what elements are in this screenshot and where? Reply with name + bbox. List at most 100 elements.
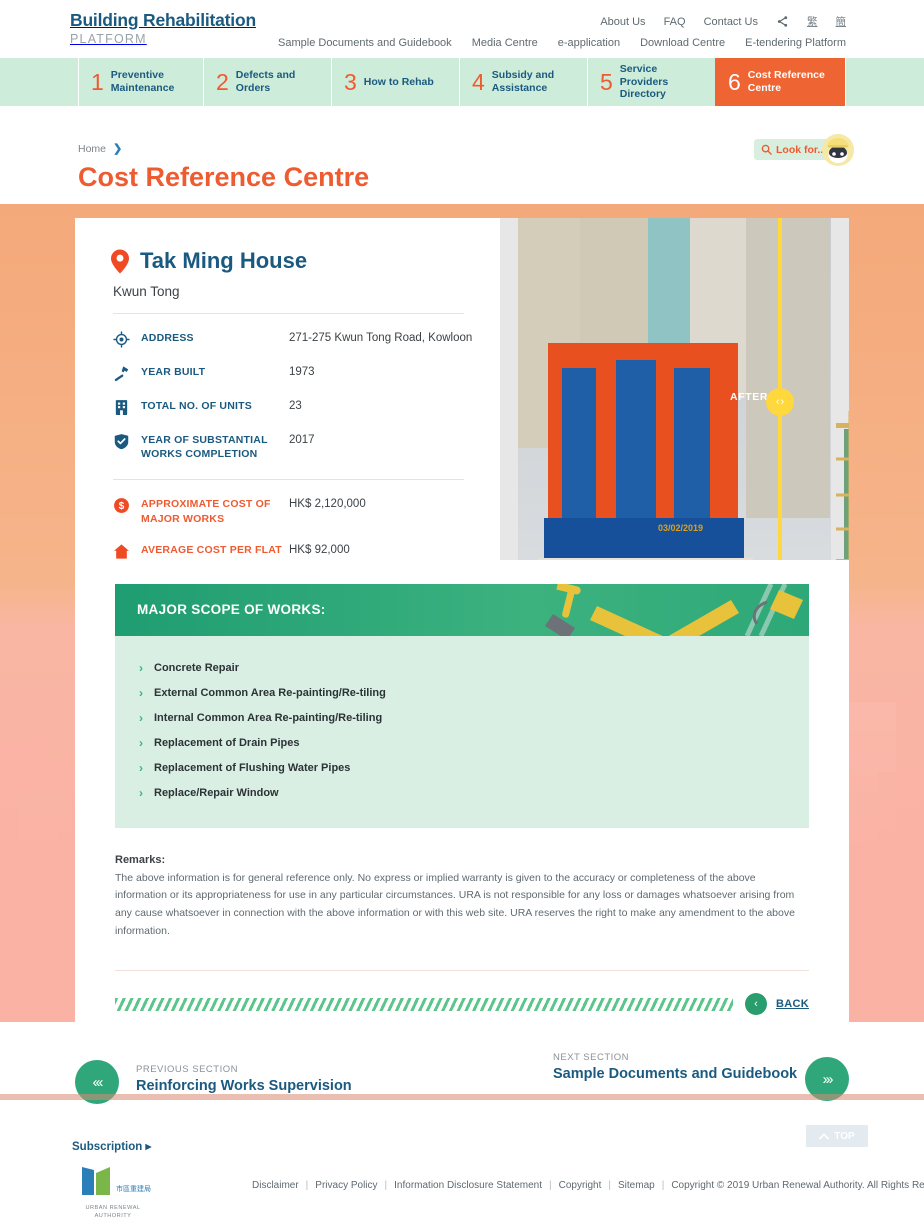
nav-number: 5 [600,68,613,95]
footer-link-sitemap[interactable]: Sitemap [618,1180,655,1191]
scroll-to-top-button[interactable]: TOP [806,1125,868,1147]
nav-label: Service Providers Directory [619,62,669,101]
scope-item[interactable]: › Replacement of Drain Pipes [139,731,809,756]
header-link-sample-documents[interactable]: Sample Documents and Guidebook [278,37,452,49]
scope-item[interactable]: › External Common Area Re-painting/Re-ti… [139,681,809,706]
nav-number: 1 [91,68,104,95]
divider [115,970,809,972]
property-card: Tak Ming House Kwun Tong ADDRESS 271-275… [75,218,849,1022]
property-info-panel: Tak Ming House Kwun Tong ADDRESS 271-275… [75,218,500,560]
header-main-links: Sample Documents and Guidebook Media Cen… [278,37,846,49]
language-traditional-chinese[interactable]: 繁 [807,14,818,29]
scope-item-label: External Common Area Re-painting/Re-tili… [154,687,386,700]
header-link-media-centre[interactable]: Media Centre [472,37,538,49]
search-placeholder: Look for... [776,143,827,156]
scope-item[interactable]: › Replacement of Flushing Water Pipes [139,756,809,781]
back-button[interactable]: BACK [776,998,809,1010]
footer-link-privacy-policy[interactable]: Privacy Policy [315,1180,377,1191]
previous-section-card[interactable]: PREVIOUS SECTION Reinforcing Works Super… [78,1050,378,1114]
info-row-address: ADDRESS 271-275 Kwun Tong Road, Kowloon [111,331,500,348]
separator: | [384,1180,388,1191]
nav-label: Subsidy and Assistance [491,69,555,94]
chevron-right-icon: › [139,761,143,776]
hammer-icon [111,365,141,382]
page-title: Cost Reference Centre [78,162,370,192]
info-value: HK$ 92,000 [289,543,350,556]
tools-illustration [545,583,803,636]
mascot-builder-illustration [836,411,849,560]
info-value: 271-275 Kwun Tong Road, Kowloon [289,332,473,344]
property-name: Tak Ming House [140,248,308,273]
scope-item-label: Replace/Repair Window [154,787,279,800]
location-pin-icon [111,249,129,273]
photo-image: AFTER 03/02/2019 ‹ › [518,218,831,560]
info-label: AVERAGE COST PER FLAT [141,543,282,556]
header-link-download-centre[interactable]: Download Centre [640,37,725,49]
nav-item-how-to-rehab[interactable]: 3 How to Rehab [331,58,459,106]
footer-link-disclaimer[interactable]: Disclaimer [252,1180,299,1191]
subscription-link[interactable]: Subscription ▸ [72,1139,151,1153]
property-district: Kwun Tong [113,284,180,299]
dollar-circle-icon: $ [111,497,141,514]
nav-item-preventive-maintenance[interactable]: 1 Preventive Maintenance [78,58,203,106]
info-value: 23 [289,400,302,412]
remarks-text: The above information is for general ref… [115,871,795,937]
nav-label: Defects and Orders [235,69,296,94]
info-row-total-units: TOTAL NO. OF UNITS 23 [111,399,500,416]
breadcrumb-home[interactable]: Home [78,143,106,155]
info-label: TOTAL NO. OF UNITS [141,400,252,412]
scope-item[interactable]: › Concrete Repair [139,656,809,681]
nav-label: Cost Reference Centre [747,69,825,94]
nav-number: 2 [216,68,229,95]
ura-logo-line2: AUTHORITY [94,1213,132,1220]
copyright-text: Copyright © 2019 Urban Renewal Authority… [671,1180,924,1191]
back-button-icon[interactable]: ‹ [745,993,768,1016]
target-icon [111,331,141,348]
nav-item-subsidy-and-assistance[interactable]: 4 Subsidy and Assistance [459,58,587,106]
scope-item[interactable]: › Replace/Repair Window [139,781,809,806]
chevron-right-icon: › [139,786,143,801]
property-card-top: Tak Ming House Kwun Tong ADDRESS 271-275… [75,218,849,560]
site-logo[interactable]: Building Rehabilitation PLATFORM [70,11,256,46]
info-row-average-cost-per-flat: AVERAGE COST PER FLAT HK$ 92,000 [111,543,500,560]
nav-item-defects-and-orders[interactable]: 2 Defects and Orders [203,58,331,106]
footer-link-copyright[interactable]: Copyright [559,1180,602,1191]
nav-number: 3 [344,68,357,95]
logo-subtitle: PLATFORM [70,31,147,46]
utility-link-faq[interactable]: FAQ [664,16,686,28]
title-band: Home ❯ Cost Reference Centre Look for... [0,106,924,204]
hero-section: Tak Ming House Kwun Tong ADDRESS 271-275… [0,204,924,1022]
header-link-e-tendering-platform[interactable]: E-tendering Platform [745,37,846,49]
building-icon [111,399,141,416]
info-row-works-completion: YEAR OF SUBSTANTIAL WORKS COMPLETION 201… [111,433,500,461]
scope-item[interactable]: › Internal Common Area Re-painting/Re-ti… [139,706,809,731]
info-label: YEAR BUILT [141,366,206,378]
footer-link-information-disclosure-statement[interactable]: Information Disclosure Statement [394,1180,542,1191]
svg-text:$: $ [119,501,125,512]
header-link-e-application[interactable]: e-application [558,37,620,49]
nav-number: 6 [728,68,741,95]
utility-link-about-us[interactable]: About Us [600,16,645,28]
mascot-avatar[interactable] [822,134,854,166]
separator: | [305,1180,309,1191]
next-section-card[interactable]: NEXT SECTION Sample Documents and Guideb… [537,1038,832,1112]
utility-link-contact-us[interactable]: Contact Us [704,16,758,28]
nav-item-service-providers-directory[interactable]: 5 Service Providers Directory [587,58,715,106]
nav-item-cost-reference-centre[interactable]: 6 Cost Reference Centre [715,58,846,106]
next-section-title: Sample Documents and Guidebook [553,1066,798,1082]
ura-logo-text: URBAN RENEWAL AUTHORITY [72,1204,154,1221]
next-section-kicker: NEXT SECTION [553,1052,630,1063]
previous-section-kicker: PREVIOUS SECTION [136,1064,238,1075]
separator: | [608,1180,612,1191]
chevron-up-icon [819,1132,830,1139]
info-value: 1973 [289,366,315,378]
scope-header: MAJOR SCOPE OF WORKS: [115,583,809,636]
nav-left-spacer [0,58,78,106]
before-after-slider-handle[interactable]: ‹ › [766,388,794,416]
photo-datestamp: 03/02/2019 [658,522,704,533]
share-icon[interactable] [776,15,789,28]
band-shadow [0,1094,924,1100]
language-simplified-chinese[interactable]: 簡 [836,14,847,29]
nav-number: 4 [472,68,485,95]
search-icon [761,144,772,155]
